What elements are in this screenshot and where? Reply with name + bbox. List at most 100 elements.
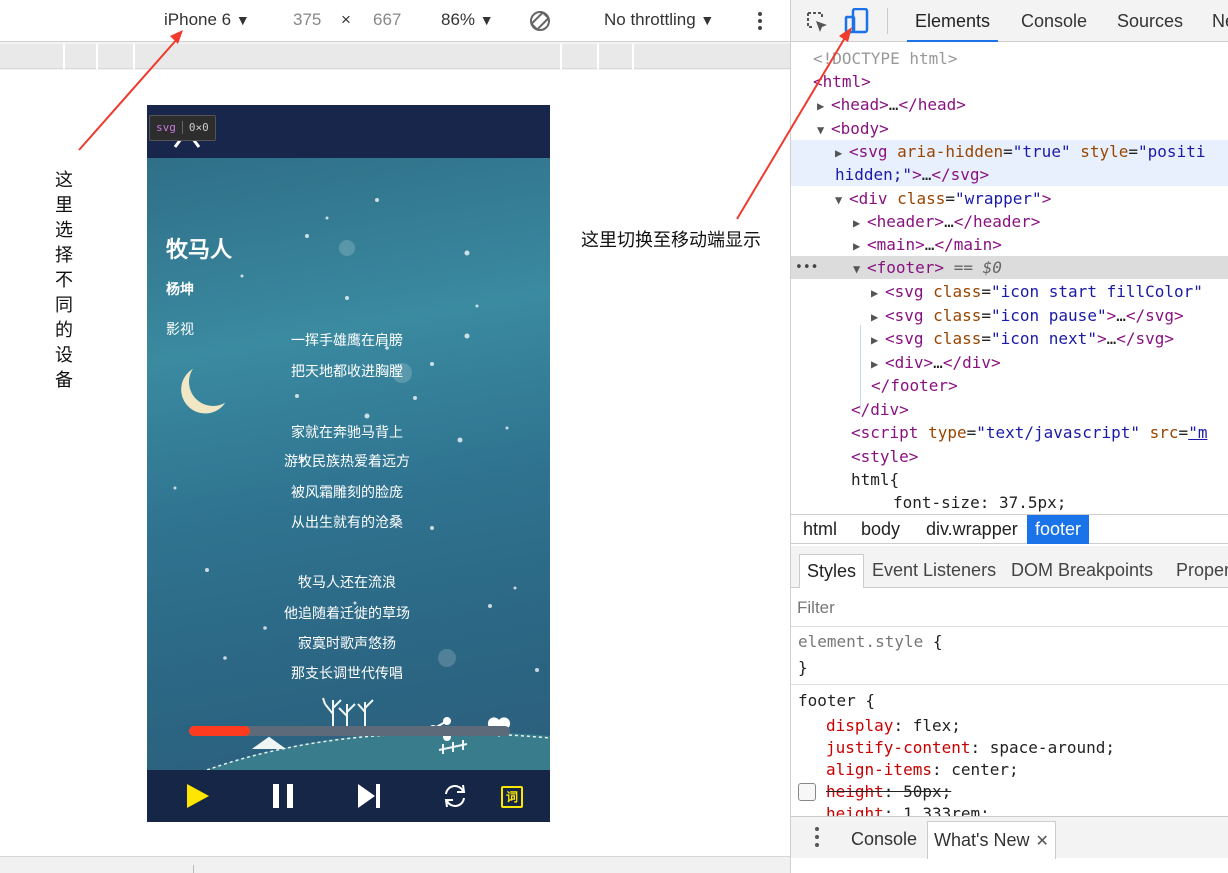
- dom-node[interactable]: hidden;">…</svg>: [791, 163, 1228, 186]
- dom-node[interactable]: ▶ <head>…</head>: [791, 93, 1228, 116]
- rule-line[interactable]: height: 50px;: [826, 780, 951, 803]
- dom-node[interactable]: ▼ <div class="wrapper">: [791, 187, 1228, 210]
- rule-line: element.style {: [798, 632, 943, 651]
- lyric-line: 牧马人还在流浪: [298, 574, 396, 590]
- rule-line: }: [798, 658, 808, 677]
- rule-line[interactable]: height: 1.333rem;: [826, 802, 990, 816]
- device-toolbar: iPhone 6 ▼ 375 × 667 86% ▼ No throttling…: [0, 0, 790, 42]
- breadcrumb-footer[interactable]: footer: [1027, 515, 1090, 544]
- tab-console[interactable]: Console: [1021, 0, 1087, 42]
- mobile-toggle-annotation: 这里切换至移动端显示: [581, 230, 761, 250]
- zoom-select[interactable]: 86% ▼: [441, 10, 494, 30]
- song-title: 牧马人: [166, 237, 233, 262]
- tree-guide: [860, 325, 861, 409]
- dom-node[interactable]: <html>: [791, 70, 1228, 93]
- song-artist: 杨坤: [166, 281, 194, 297]
- pause-icon[interactable]: [269, 782, 297, 810]
- tab-sources[interactable]: Sources: [1117, 0, 1183, 42]
- lyric-line: 一挥手雄鹰在肩膀: [291, 332, 403, 348]
- styles-rules[interactable]: element.style { } footer { display: flex…: [791, 628, 1228, 816]
- width-field[interactable]: 375: [293, 10, 321, 30]
- lyric-line: 家就在奔驰马背上: [291, 424, 403, 440]
- rule-divider: [791, 684, 1228, 685]
- rule-line[interactable]: justify-content: space-around;: [826, 736, 1115, 759]
- dom-node-selected[interactable]: ••• ▼ <footer> == $0: [791, 256, 1228, 279]
- chevron-down-icon: ▼: [235, 12, 250, 28]
- dom-node[interactable]: ▶ <header>…</header>: [791, 210, 1228, 233]
- zoom-label: 86%: [441, 10, 476, 29]
- dom-node[interactable]: ▶ <svg class="icon next">…</svg>: [791, 327, 1228, 350]
- play-icon[interactable]: [183, 782, 211, 810]
- styles-tabbar: Styles Event Listeners DOM Breakpoints P…: [791, 546, 1228, 588]
- breadcrumb-body[interactable]: body: [853, 515, 908, 544]
- phone-main: 牧马人 杨坤 影视 一挥手雄鹰在肩膀 把天地都收进胸膛 家就在奔驰马背上 游牧民…: [147, 158, 550, 770]
- player-controls: 词: [147, 770, 550, 822]
- dom-node[interactable]: ▶ <svg class="icon pause">…</svg>: [791, 304, 1228, 327]
- height-field[interactable]: 667: [373, 10, 401, 30]
- rule-line[interactable]: display: flex;: [826, 714, 961, 737]
- next-icon[interactable]: [355, 782, 383, 810]
- song-category: 影视: [166, 321, 194, 337]
- breadcrumb-div-wrapper[interactable]: div.wrapper: [918, 515, 1026, 544]
- dom-node[interactable]: <script type="text/javascript" src="m: [791, 421, 1228, 444]
- tooltip-tag: svg: [156, 121, 176, 134]
- inspect-element-icon[interactable]: [805, 10, 829, 34]
- lyric-line: 把天地都收进胸膛: [291, 363, 403, 379]
- devtools-tabbar: Elements Console Sources Ne: [791, 0, 1228, 42]
- rule-line[interactable]: align-items: center;: [826, 758, 1019, 781]
- dom-node[interactable]: font-size: 37.5px;: [791, 491, 1228, 513]
- dom-tree[interactable]: <!DOCTYPE html> <html> ▶ <head>…</head> ▼…: [791, 43, 1228, 513]
- dom-node[interactable]: ▶ <svg class="icon start fillColor": [791, 280, 1228, 303]
- drawer-tab-whats-new-label: What's New: [934, 830, 1030, 850]
- loop-icon[interactable]: [441, 782, 469, 810]
- device-emulation-pane: iPhone 6 ▼ 375 × 667 86% ▼ No throttling…: [0, 0, 790, 873]
- toolbar-divider: [887, 8, 888, 34]
- styles-filter: [791, 589, 1228, 627]
- tab-styles[interactable]: Styles: [799, 554, 865, 588]
- dom-node[interactable]: ▶ <svg aria-hidden="true" style="positi: [791, 140, 1228, 163]
- close-icon[interactable]: ✕: [1035, 833, 1048, 850]
- dom-node[interactable]: </div>: [791, 398, 1228, 421]
- lyrics-toggle-button[interactable]: 词: [501, 786, 523, 808]
- inspector-tooltip: svg 0×0: [149, 115, 216, 141]
- drawer-menu-icon[interactable]: [815, 827, 819, 851]
- lyric-line: 被风霜雕刻的脸庞: [291, 484, 403, 500]
- tab-event-listeners[interactable]: Event Listeners: [865, 554, 1003, 588]
- tab-elements[interactable]: Elements: [906, 0, 999, 42]
- dom-node[interactable]: <style>: [791, 445, 1228, 468]
- phone-viewport: svg 0×0 牧马人 杨坤 影视 一挥手雄鹰在肩膀 把天地都收进胸膛 家就在奔…: [147, 105, 550, 822]
- media-query-bar[interactable]: [0, 44, 790, 69]
- drawer-tab-whats-new[interactable]: What's New ✕: [927, 821, 1056, 859]
- dom-node[interactable]: ▶ <main>…</main>: [791, 233, 1228, 256]
- device-select-annotation: 这里选择不同的设备: [55, 170, 73, 390]
- progress-fill: [189, 726, 250, 736]
- tab-dom-breakpoints[interactable]: DOM Breakpoints: [1004, 554, 1160, 588]
- breadcrumb: html body div.wrapper footer: [791, 514, 1228, 544]
- dom-node[interactable]: ▼ <body>: [791, 117, 1228, 140]
- dom-node[interactable]: ▶ <div>…</div>: [791, 351, 1228, 374]
- chevron-down-icon: ▼: [700, 12, 715, 28]
- drawer-tab-console[interactable]: Console: [845, 821, 923, 859]
- device-select[interactable]: iPhone 6 ▼: [164, 10, 250, 30]
- lyric-line: 他追随着迁徙的草场: [284, 605, 410, 621]
- dom-node[interactable]: </footer>: [791, 374, 1228, 397]
- dom-node[interactable]: <!DOCTYPE html>: [791, 47, 1228, 70]
- rule-line: footer {: [798, 691, 876, 710]
- device-toolbar-toggle-icon[interactable]: [844, 8, 872, 34]
- rotate-icon[interactable]: [528, 9, 552, 33]
- lyric-line: 寂寞时歌声悠扬: [298, 635, 396, 651]
- dom-node[interactable]: html{: [791, 468, 1228, 491]
- throttling-label: No throttling: [604, 10, 696, 29]
- devtools-panel: Elements Console Sources Ne <!DOCTYPE ht…: [790, 0, 1228, 873]
- property-checkbox[interactable]: [798, 783, 816, 801]
- progress-bar[interactable]: [189, 726, 510, 736]
- filter-input[interactable]: [797, 597, 1217, 619]
- more-options-icon[interactable]: [752, 10, 768, 32]
- tab-network[interactable]: Ne: [1212, 0, 1228, 42]
- console-drawer: Console What's New ✕: [791, 816, 1228, 859]
- breadcrumb-html[interactable]: html: [795, 515, 845, 544]
- tab-properties[interactable]: Proper: [1169, 554, 1228, 588]
- lyric-line: 从出生就有的沧桑: [291, 514, 403, 530]
- tooltip-size: 0×0: [181, 121, 209, 134]
- throttling-select[interactable]: No throttling ▼: [604, 10, 714, 30]
